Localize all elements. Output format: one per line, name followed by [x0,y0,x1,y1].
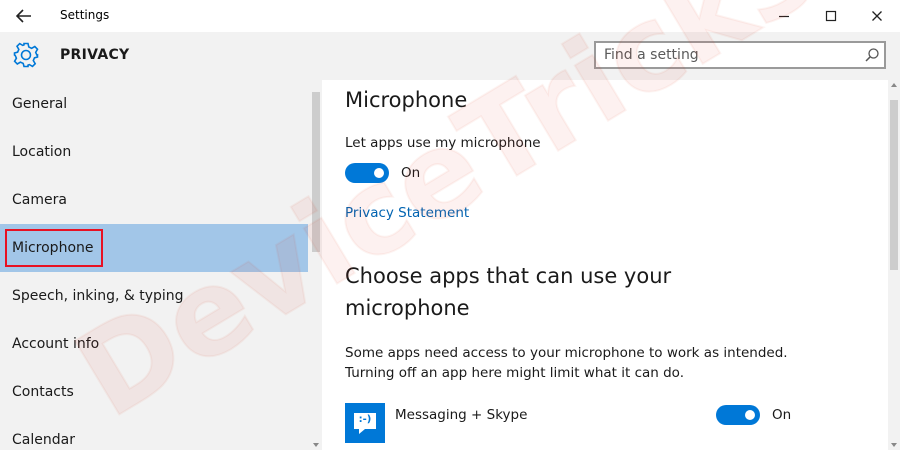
sidebar-item-general[interactable]: General [0,80,308,128]
sidebar-item-label: General [12,96,68,112]
sidebar-item-label: Contacts [12,384,74,400]
microphone-toggle[interactable] [345,163,389,183]
apps-section-title: Choose apps that can use your microphone [345,264,672,320]
back-arrow-icon[interactable] [12,6,36,26]
messaging-icon-text: :-) [358,414,372,425]
sidebar-item-label: Location [12,144,72,160]
close-icon [871,7,883,26]
sidebar-item-camera[interactable]: Camera [0,176,308,224]
toggle-state-label: On [401,165,421,181]
sidebar: General Location Camera Microphone Speec… [0,80,310,450]
sidebar-item-calendar[interactable]: Calendar [0,416,308,450]
sidebar-item-label: Microphone [12,240,94,256]
apps-section-description: Some apps need access to your microphone… [345,345,788,381]
sidebar-item-contacts[interactable]: Contacts [0,368,308,416]
gear-icon [12,41,40,69]
content-scrollbar-thumb[interactable] [890,100,898,270]
page-header: PRIVACY [0,32,900,80]
content-scrollbar[interactable] [888,80,900,450]
search-icon[interactable] [864,47,880,63]
search-box[interactable] [594,41,886,69]
scroll-up-icon[interactable] [891,83,897,87]
window-title: Settings [60,8,110,22]
sidebar-item-account-info[interactable]: Account info [0,320,308,368]
app-toggle-state-label: On [772,407,792,423]
minimize-icon [778,7,790,26]
page-title: PRIVACY [60,47,130,63]
setting-label: Let apps use my microphone [345,135,541,151]
toggle-knob [745,410,755,420]
messaging-icon: :-) [345,403,385,443]
app-name: Messaging + Skype [395,407,528,423]
sidebar-item-label: Calendar [12,432,75,448]
scroll-down-icon[interactable] [891,443,897,447]
maximize-button[interactable] [816,4,846,28]
sidebar-item-label: Camera [12,192,67,208]
sidebar-scrollbar[interactable] [310,80,322,450]
sidebar-item-label: Speech, inking, & typing [12,288,184,304]
title-bar: Settings [0,0,900,32]
minimize-button[interactable] [769,4,799,28]
close-button[interactable] [862,4,892,28]
maximize-icon [825,7,837,26]
section-title: Microphone [345,88,468,112]
sidebar-item-speech[interactable]: Speech, inking, & typing [0,272,308,320]
search-input[interactable] [604,46,854,64]
sidebar-item-microphone[interactable]: Microphone [0,224,308,272]
privacy-statement-link[interactable]: Privacy Statement [345,205,469,221]
sidebar-item-label: Account info [12,336,100,352]
app-toggle-messaging[interactable] [716,405,760,425]
toggle-knob [374,168,384,178]
sidebar-item-location[interactable]: Location [0,128,308,176]
scroll-down-icon[interactable] [313,443,319,447]
sidebar-scrollbar-thumb[interactable] [312,92,320,252]
main-content: Microphone Let apps use my microphone On… [322,80,888,450]
